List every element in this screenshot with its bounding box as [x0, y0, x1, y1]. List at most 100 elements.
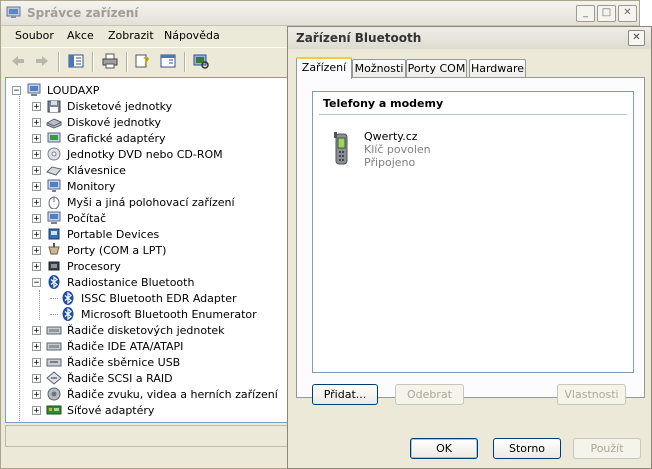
back-icon[interactable]	[9, 53, 27, 69]
expand-expander[interactable]: +	[32, 245, 41, 255]
dialog-close-button[interactable]: ✕	[628, 30, 645, 46]
expand-expander[interactable]: +	[32, 133, 41, 143]
computer-icon	[27, 83, 41, 96]
help-icon[interactable]: ?	[134, 53, 152, 69]
forward-icon[interactable]	[33, 53, 51, 69]
bluetooth-devices-dialog: Zařízení Bluetooth ✕ Zařízení Možnosti P…	[287, 26, 652, 469]
expand-expander[interactable]: +	[32, 213, 41, 223]
tree-category-item[interactable]: + Portable Devices	[32, 226, 161, 242]
tree-category-item[interactable]: + Řadiče SCSI a RAID	[32, 370, 175, 386]
tree-item-label: ISSC Bluetooth EDR Adapter	[81, 291, 237, 305]
sound-icon	[47, 387, 61, 401]
scan-hardware-icon[interactable]	[192, 53, 210, 69]
menu-napoveda[interactable]: Nápověda	[164, 29, 220, 42]
print-icon[interactable]	[101, 53, 119, 69]
expand-expander[interactable]: +	[32, 325, 41, 335]
device-item-qwerty[interactable]: Qwerty.cz Klíč povolen Připojeno	[333, 130, 533, 182]
tree-item-label: Diskové jednotky	[67, 115, 162, 129]
expand-expander[interactable]: +	[32, 165, 41, 175]
port-icon	[48, 243, 60, 255]
tab-options[interactable]: Možnosti	[352, 59, 406, 77]
tree-item-label: Myši a jiná polohovací zařízení	[67, 195, 235, 209]
show-hide-tree-icon[interactable]	[67, 53, 85, 69]
tree-item-label: Počítač	[67, 211, 107, 225]
bluetooth-dialog-title: Zařízení Bluetooth	[296, 31, 422, 45]
tree-category-item[interactable]: − Radiostanice Bluetooth	[32, 274, 196, 290]
expand-expander[interactable]: +	[32, 229, 41, 239]
device-connection-status: Připojeno	[364, 156, 416, 169]
tree-child-item[interactable]: Microsoft Bluetooth Enumerator	[50, 306, 259, 322]
menu-akce[interactable]: Akce	[67, 29, 94, 42]
device-manager-app-icon	[6, 6, 21, 18]
close-button[interactable]: ✕	[618, 5, 637, 22]
tab-devices[interactable]: Zařízení	[296, 57, 352, 79]
cdrom-icon	[47, 147, 61, 161]
tree-item-label: Klávesnice	[67, 163, 126, 177]
expand-expander[interactable]: +	[32, 373, 41, 383]
tab-com-ports[interactable]: Porty COM	[406, 59, 467, 77]
menu-soubor[interactable]: Soubor	[15, 29, 54, 42]
disk-icon	[46, 118, 62, 129]
computer-icon	[47, 211, 61, 224]
display-adapter-icon	[47, 132, 61, 143]
tree-category-item[interactable]: + Monitory	[32, 178, 117, 194]
tree-category-item[interactable]: + Klávesnice	[32, 162, 128, 178]
tree-item-label: Jednotky DVD nebo CD-ROM	[67, 147, 223, 161]
expand-expander[interactable]: +	[32, 405, 41, 415]
tab-hardware[interactable]: Hardware	[469, 59, 526, 77]
expand-expander[interactable]: +	[32, 357, 41, 367]
tree-category-item[interactable]: + Řadiče IDE ATA/ATAPI	[32, 338, 185, 354]
expand-expander[interactable]: +	[32, 389, 41, 399]
tree-child-item[interactable]: ISSC Bluetooth EDR Adapter	[50, 290, 238, 306]
tree-category-item[interactable]: + Grafické adaptéry	[32, 130, 168, 146]
mobile-phone-icon	[334, 132, 348, 165]
tree-category-item[interactable]: + Procesory	[32, 258, 123, 274]
properties-icon[interactable]	[159, 53, 177, 69]
expand-expander[interactable]: +	[32, 181, 41, 191]
tree-item-label: Síťové adaptéry	[67, 403, 155, 417]
minimize-button[interactable]: _	[576, 5, 595, 22]
bluetooth-icon	[62, 291, 74, 305]
tree-category-item[interactable]: + Jednotky DVD nebo CD-ROM	[32, 146, 225, 162]
properties-button[interactable]: Vlastnosti	[557, 384, 626, 405]
expand-expander[interactable]: +	[32, 197, 41, 207]
tree-category-item[interactable]: + Disketové jednotky	[32, 98, 174, 114]
expand-expander[interactable]: +	[32, 341, 41, 351]
tree-item-label: Portable Devices	[67, 227, 160, 241]
device-key-status: Klíč povolen	[364, 143, 431, 156]
tree-category-item[interactable]: + Myši a jiná polohovací zařízení	[32, 194, 237, 210]
expand-expander[interactable]: +	[32, 117, 41, 127]
expand-expander[interactable]: +	[32, 101, 41, 111]
tree-category-item[interactable]: + Řadiče disketových jednotek	[32, 322, 227, 338]
tree-category-item[interactable]: + Síťové adaptéry	[32, 402, 156, 418]
device-manager-titlebar[interactable]: Správce zařízení _ □ ✕	[1, 1, 639, 26]
maximize-button[interactable]: □	[597, 5, 616, 22]
tree-item-label: Grafické adaptéry	[67, 131, 166, 145]
remove-device-button[interactable]: Odebrat	[395, 384, 464, 405]
collapse-root-expander[interactable]: −	[12, 85, 21, 95]
apply-button[interactable]: Použít	[573, 438, 641, 459]
device-list[interactable]: Telefony a modemy Qwerty.cz Klíč povolen…	[312, 91, 634, 373]
ok-button[interactable]: OK	[410, 438, 478, 459]
menu-zobrazit[interactable]: Zobrazit	[108, 29, 154, 42]
floppy-icon	[47, 100, 61, 113]
tree-category-item[interactable]: + Diskové jednotky	[32, 114, 163, 130]
tree-category-item[interactable]: + Řadiče zvuku, videa a herních zařízení	[32, 386, 280, 402]
svg-text:?: ?	[143, 55, 149, 68]
tree-item-label: Řadiče zvuku, videa a herních zařízení	[67, 387, 278, 401]
tree-root[interactable]: − LOUDAXP	[12, 82, 101, 98]
collapse-expander[interactable]: −	[32, 277, 41, 287]
tree-item-label: Řadiče IDE ATA/ATAPI	[67, 339, 184, 353]
tree-category-item[interactable]: + Řadiče sběrnice USB	[32, 354, 182, 370]
bluetooth-dialog-titlebar[interactable]: Zařízení Bluetooth ✕	[288, 27, 651, 49]
tree-category-item[interactable]: + Počítač	[32, 210, 108, 226]
expand-expander[interactable]: +	[32, 261, 41, 271]
controller-icon	[46, 326, 62, 335]
device-name: Qwerty.cz	[364, 130, 418, 143]
expand-expander[interactable]: +	[32, 149, 41, 159]
add-device-button[interactable]: Přidat...	[312, 384, 378, 405]
cancel-button[interactable]: Storno	[493, 438, 561, 459]
tree-item-label: Microsoft Bluetooth Enumerator	[81, 307, 257, 321]
tree-category-item[interactable]: + Porty (COM a LPT)	[32, 242, 168, 258]
group-header-phones-modems: Telefony a modemy	[323, 97, 444, 110]
